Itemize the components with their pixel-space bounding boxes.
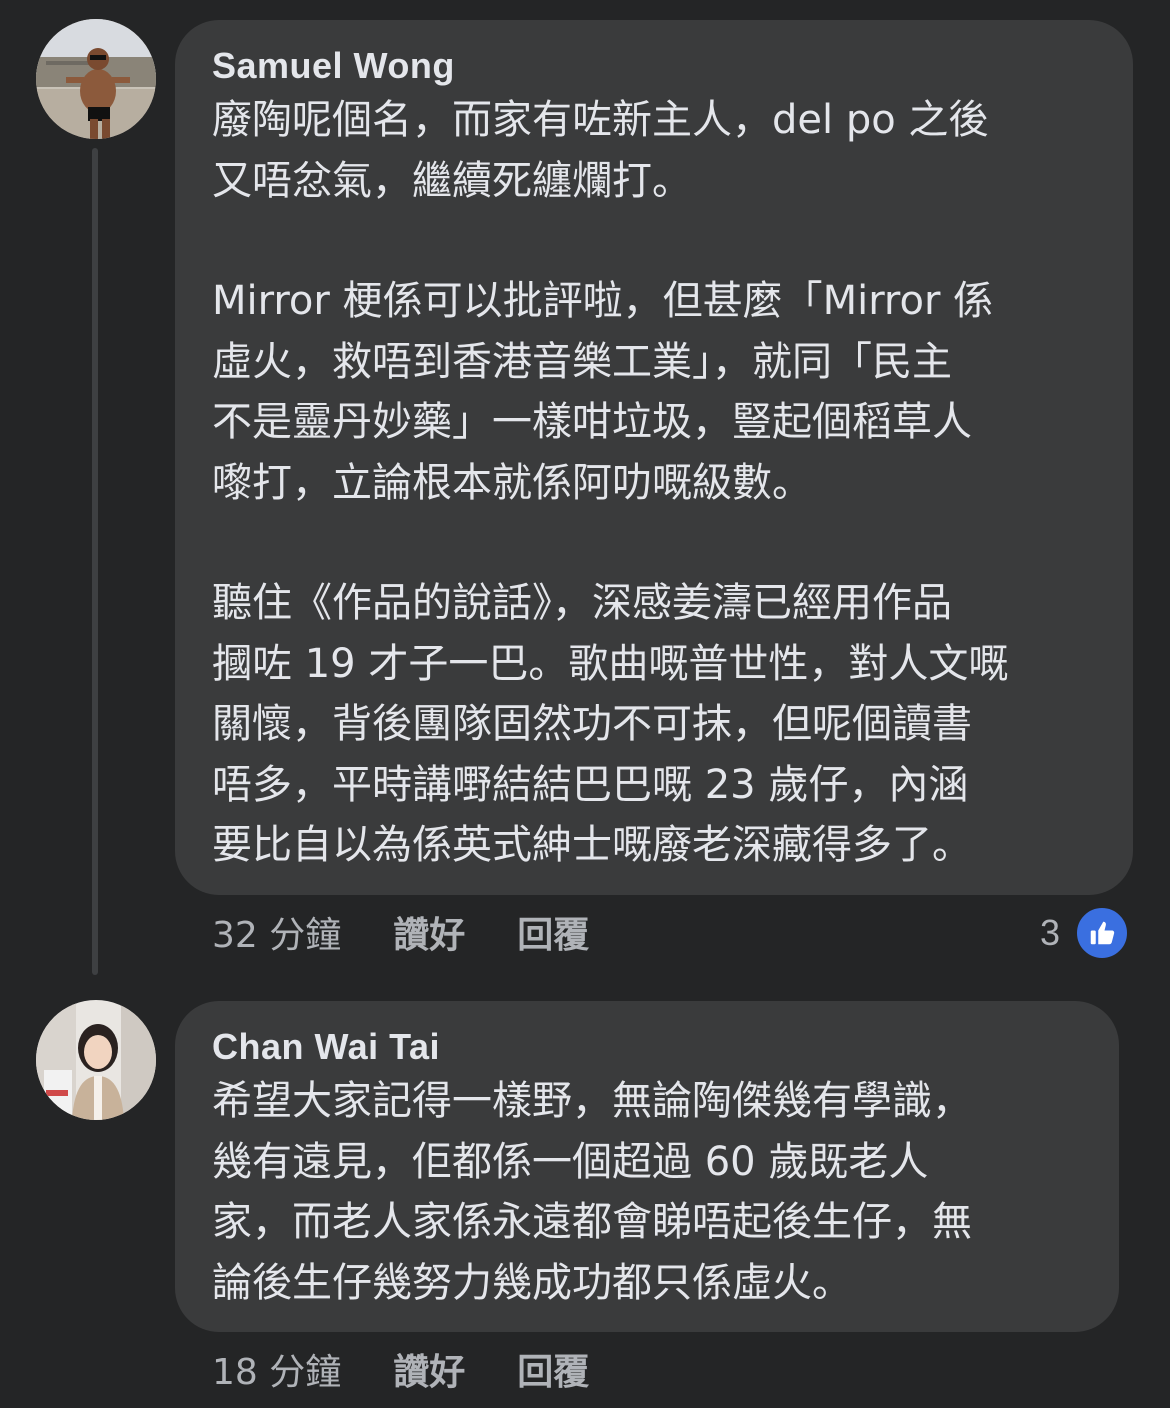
profile-photo-woman-icon <box>36 1000 156 1120</box>
avatar[interactable] <box>36 1000 156 1120</box>
reply-button[interactable]: 回覆 <box>517 1343 589 1395</box>
comment-author[interactable]: Samuel Wong <box>212 42 1093 90</box>
reaction-count: 3 <box>1040 912 1061 953</box>
comment-line: 唔多，平時講嘢結結巴巴嘅 23 歲仔，內涵 <box>212 761 969 808</box>
comment-paragraph: 希望大家記得一樣野，無論陶傑幾有學識， 幾有遠見，佢都係一個超過 60 歲既老人… <box>212 1071 1079 1313</box>
reply-thread-line <box>92 148 98 975</box>
like-button[interactable]: 讚好 <box>393 1343 465 1395</box>
profile-photo-man-icon <box>36 19 156 139</box>
comment-line: 不是靈丹妙藥」一樣咁垃圾，豎起個稻草人 <box>212 399 972 445</box>
thumbs-up-icon <box>1074 905 1131 961</box>
like-button[interactable]: 讚好 <box>393 906 465 958</box>
comment-line: 家，而老人家係永遠都會睇唔起後生仔，無 <box>212 1199 972 1245</box>
comment-line: 幾有遠見，佢都係一個超過 60 歲既老人 <box>212 1138 929 1185</box>
comment-author[interactable]: Chan Wai Tai <box>212 1023 1079 1071</box>
comment-paragraph: Mirror 梗係可以批評啦，但甚麼「Mirror 係 虛火，救唔到香港音樂工業… <box>212 271 1093 513</box>
comment-line: 又唔忿氣，繼續死纏爛打。 <box>212 157 692 204</box>
comment-line: 聽住《作品的說話》，深感姜濤已經用作品 <box>212 580 952 626</box>
reply-button[interactable]: 回覆 <box>517 906 589 958</box>
comment-timestamp[interactable]: 18 分鐘 <box>212 1343 341 1395</box>
comment-line: 論後生仔幾努力幾成功都只係虛火。 <box>212 1259 852 1306</box>
comment-line: 摑咗 19 才子一巴。歌曲嘅普世性，對人文嘅 <box>212 640 1009 687</box>
comment-line: 關懷，背後團隊固然功不可抹，但呢個讀書 <box>212 701 972 747</box>
comment-line: Mirror 梗係可以批評啦，但甚麼「Mirror 係 <box>212 278 994 324</box>
comment-line: 要比自以為係英式紳士嘅廢老深藏得多了。 <box>212 822 972 868</box>
reaction-summary[interactable]: 3 <box>1040 905 1131 961</box>
comment-line: 嚟打，立論根本就係阿叻嘅級數。 <box>212 459 812 506</box>
comment-line: 廢陶呢個名，而家有咗新主人，del po 之後 <box>212 97 989 143</box>
comment-bubble: Samuel Wong 廢陶呢個名，而家有咗新主人，del po 之後 又唔忿氣… <box>175 20 1133 895</box>
comment-line: 虛火，救唔到香港音樂工業」，就同「民主 <box>212 338 952 385</box>
avatar[interactable] <box>36 19 156 139</box>
comment-actions: 18 分鐘 讚好 回覆 <box>212 1344 589 1394</box>
comment-timestamp[interactable]: 32 分鐘 <box>212 906 341 958</box>
comment-paragraph: 廢陶呢個名，而家有咗新主人，del po 之後 又唔忿氣，繼續死纏爛打。 <box>212 90 1093 211</box>
comment-paragraph: 聽住《作品的說話》，深感姜濤已經用作品 摑咗 19 才子一巴。歌曲嘅普世性，對人… <box>212 573 1093 876</box>
comment-line: 希望大家記得一樣野，無論陶傑幾有學識， <box>212 1078 972 1124</box>
comment-bubble: Chan Wai Tai 希望大家記得一樣野，無論陶傑幾有學識， 幾有遠見，佢都… <box>175 1001 1119 1332</box>
comment-actions: 32 分鐘 讚好 回覆 <box>212 907 589 957</box>
